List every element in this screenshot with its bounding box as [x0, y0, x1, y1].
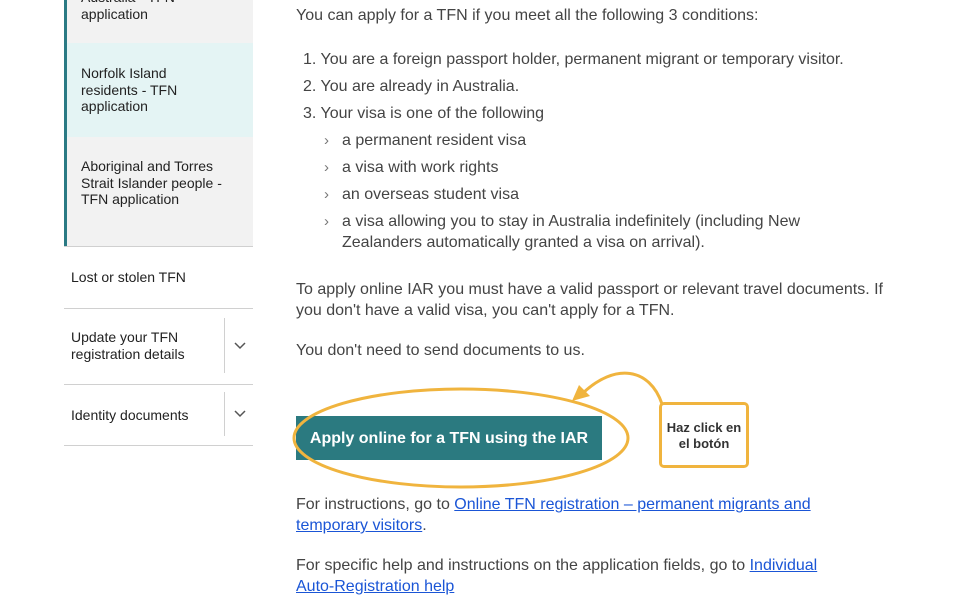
condition-item: 3. Your visa is one of the following	[303, 105, 545, 122]
arrow-head-icon	[572, 385, 590, 401]
iar-requirement-text: To apply online IAR you must have a vali…	[296, 281, 883, 319]
expand-toggle[interactable]	[224, 318, 254, 373]
callout-arrow	[580, 371, 664, 405]
sidebar-item-label: Aboriginal and Torres Strait Islander pe…	[81, 158, 222, 207]
instructions-text: For instructions, go to Online TFN regis…	[296, 496, 811, 534]
sidebar-item-label: Lost or stolen TFN	[71, 269, 186, 285]
expand-toggle[interactable]	[224, 392, 254, 436]
condition-item: 2. You are already in Australia.	[303, 78, 520, 95]
sidebar-item-identity-documents[interactable]: Identity documents	[64, 385, 253, 446]
sidebar-item-lost-stolen-tfn[interactable]: Lost or stolen TFN	[64, 246, 253, 309]
callout-text: el botón	[678, 436, 730, 451]
sidebar-item-label: Norfolk Island residents - TFN applicati…	[81, 65, 178, 114]
chevron-down-icon	[234, 410, 246, 418]
chevron-right-icon: ›	[324, 132, 329, 149]
chevron-right-icon: ›	[324, 213, 329, 230]
chevron-down-icon	[234, 341, 246, 349]
intro-text: You can apply for a TFN if you meet all …	[296, 7, 759, 24]
condition-item: 1. You are a foreign passport holder, pe…	[303, 51, 844, 68]
sidebar-item-australia-tfn[interactable]: Australia - TFN application	[64, 0, 253, 43]
sidebar-item-label: Identity documents	[71, 407, 189, 423]
no-documents-text: You don't need to send documents to us.	[296, 342, 585, 359]
sidebar-item-update-registration[interactable]: Update your TFN registration details	[64, 308, 253, 385]
help-text: For specific help and instructions on th…	[296, 557, 818, 595]
sidebar-item-aboriginal-torres-strait[interactable]: Aboriginal and Torres Strait Islander pe…	[64, 137, 253, 246]
callout-box: Haz click en el botón	[659, 402, 749, 468]
callout-text: Haz click en	[666, 420, 742, 435]
sidebar-item-label: Australia - TFN application	[81, 0, 175, 22]
apply-online-tfn-button[interactable]: Apply online for a TFN using the IAR	[296, 416, 602, 460]
chevron-right-icon: ›	[324, 186, 329, 203]
sidebar-item-norfolk-island[interactable]: Norfolk Island residents - TFN applicati…	[64, 43, 253, 137]
chevron-right-icon: ›	[324, 159, 329, 176]
sidebar-item-label: Update your TFN registration details	[71, 329, 185, 362]
